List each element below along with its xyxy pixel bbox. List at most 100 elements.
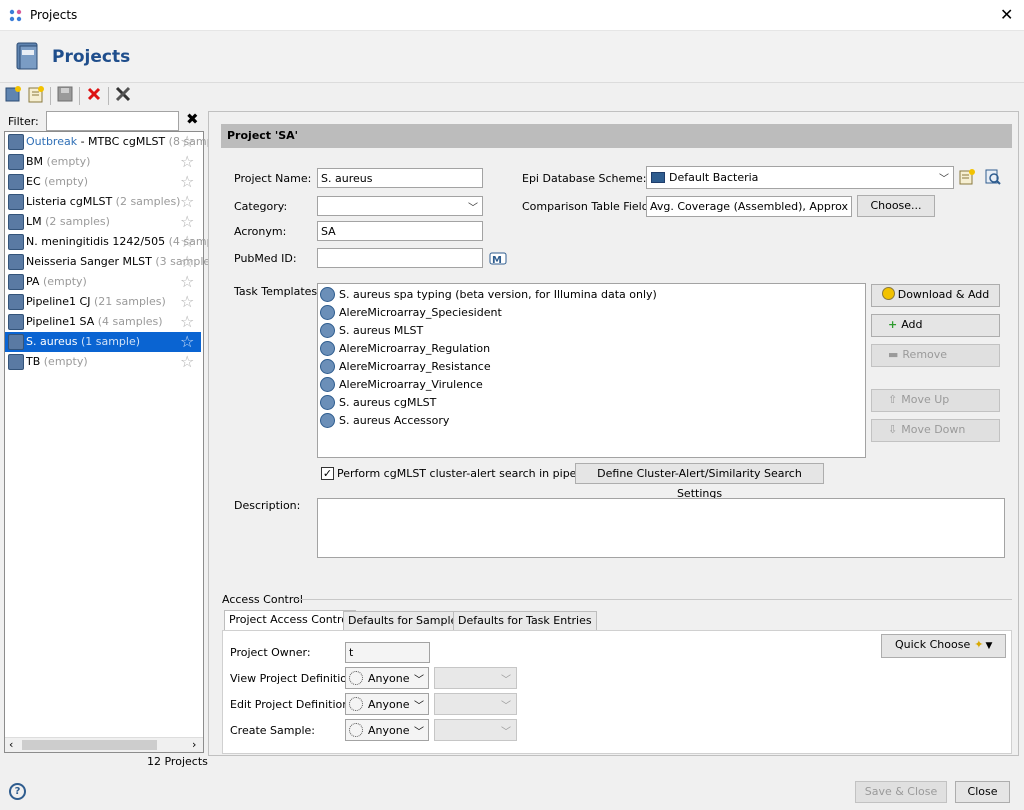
favorite-star-icon[interactable]: ☆ (180, 252, 194, 271)
list-item[interactable]: S. aureus MLST (320, 322, 860, 340)
project-icon (8, 134, 24, 150)
chevron-down-icon: ﹀ (939, 174, 949, 185)
list-item[interactable]: TB (empty) ☆ (5, 352, 201, 372)
delete-icon[interactable] (85, 85, 105, 105)
create-sample-select[interactable]: Anyone ﹀ (345, 719, 429, 741)
window-close-icon[interactable]: ✕ (1000, 5, 1013, 24)
project-header: Project 'SA' (221, 124, 1012, 148)
import-project-icon[interactable] (27, 85, 47, 105)
list-item[interactable]: AlereMicroarray_Virulence (320, 376, 860, 394)
favorite-star-icon[interactable]: ☆ (180, 192, 194, 211)
favorite-star-icon[interactable]: ☆ (180, 232, 194, 251)
favorite-star-icon[interactable]: ☆ (180, 152, 194, 171)
choose-button[interactable]: Choose... (857, 195, 935, 217)
plus-icon: + (888, 318, 898, 331)
category-select[interactable]: ﹀ (317, 196, 483, 216)
project-icon (8, 214, 24, 230)
category-label: Category: (234, 200, 288, 213)
list-item[interactable]: Neisseria Sanger MLST (3 samples) ☆ (5, 252, 220, 272)
scroll-thumb[interactable] (22, 740, 157, 750)
list-item[interactable]: Outbreak - MTBC cgMLST (8 samples) ☆ (5, 132, 233, 152)
list-item[interactable]: AlereMicroarray_Regulation (320, 340, 860, 358)
filter-label: Filter: (8, 115, 39, 128)
create-sample-group-select[interactable]: ﹀ (434, 719, 517, 741)
favorite-star-icon[interactable]: ☆ (180, 352, 194, 371)
list-item[interactable]: LM (2 samples) ☆ (5, 212, 201, 232)
search-scheme-icon[interactable] (984, 168, 1002, 186)
download-add-button[interactable]: Download & Add (871, 284, 1000, 307)
project-name: Outbreak (26, 135, 78, 148)
project-sample-count: (2 samples) (112, 195, 181, 208)
tab-defaults-task-entries[interactable]: Defaults for Task Entries (453, 611, 597, 631)
view-definition-select[interactable]: Anyone ﹀ (345, 667, 429, 689)
list-item[interactable]: S. aureus cgMLST (320, 394, 860, 412)
edit-scheme-icon[interactable] (958, 168, 976, 186)
tab-defaults-samples[interactable]: Defaults for Samples (343, 611, 469, 631)
favorite-star-icon[interactable]: ☆ (180, 132, 194, 151)
remove-button[interactable]: ▬ Remove (871, 344, 1000, 367)
cluster-alert-checkbox[interactable]: ✓ (321, 467, 334, 480)
favorite-star-icon[interactable]: ☆ (180, 212, 194, 231)
title-bar: Projects ✕ (0, 0, 1024, 31)
tab-project-access-control[interactable]: Project Access Control (224, 610, 357, 631)
database-icon (651, 172, 665, 183)
favorite-star-icon[interactable]: ☆ (180, 332, 194, 351)
list-item[interactable]: EC (empty) ☆ (5, 172, 201, 192)
description-textarea[interactable] (317, 498, 1005, 558)
list-item[interactable]: Pipeline1 CJ (21 samples) ☆ (5, 292, 201, 312)
add-button[interactable]: + Add (871, 314, 1000, 337)
list-item[interactable]: AlereMicroarray_Resistance (320, 358, 860, 376)
scroll-left-icon[interactable]: ‹ (9, 738, 13, 751)
owner-input[interactable] (345, 642, 430, 663)
edit-definition-group-select[interactable]: ﹀ (434, 693, 517, 715)
list-item[interactable]: Pipeline1 SA (4 samples) ☆ (5, 312, 201, 332)
favorite-star-icon[interactable]: ☆ (180, 172, 194, 191)
edit-definition-select[interactable]: Anyone ﹀ (345, 693, 429, 715)
list-item[interactable]: S. aureus Accessory (320, 412, 860, 430)
scroll-right-icon[interactable]: › (192, 738, 196, 751)
comparison-fields-input[interactable] (646, 196, 852, 217)
description-label: Description: (234, 499, 301, 512)
project-sample-count: (4 samples) (94, 315, 163, 328)
project-name-input[interactable] (317, 168, 483, 188)
list-item[interactable]: BM (empty) ☆ (5, 152, 201, 172)
page-header: Projects (0, 31, 1024, 83)
pubmed-input[interactable] (317, 248, 483, 268)
project-header-title: Project 'SA' (227, 129, 299, 142)
cluster-settings-button[interactable]: Define Cluster-Alert/Similarity Search S… (575, 463, 824, 500)
save-icon[interactable] (56, 85, 76, 105)
project-name: Listeria cgMLST (26, 195, 113, 208)
list-item[interactable]: S. aureus spa typing (beta version, for … (320, 286, 860, 304)
save-close-button[interactable]: Save & Close (855, 781, 947, 803)
move-up-button[interactable]: ⇧ Move Up (871, 389, 1000, 412)
favorite-star-icon[interactable]: ☆ (180, 272, 194, 291)
list-item-selected[interactable]: S. aureus (1 sample) ☆ (5, 332, 201, 352)
favorite-star-icon[interactable]: ☆ (180, 312, 194, 331)
gear-icon (320, 305, 335, 320)
project-icon (8, 154, 24, 170)
list-item[interactable]: N. meningitidis 1242/505 (4 samples) ☆ (5, 232, 233, 252)
acronym-label: Acronym: (234, 225, 287, 238)
clear-filter-icon[interactable]: ✖ (186, 110, 199, 128)
favorite-star-icon[interactable]: ☆ (180, 292, 194, 311)
filter-input[interactable] (46, 111, 179, 131)
view-definition-group-select[interactable]: ﹀ (434, 667, 517, 689)
minus-icon: ▬ (888, 348, 899, 361)
pubmed-lookup-icon[interactable]: M (489, 249, 507, 267)
list-horizontal-scrollbar[interactable]: ‹ › (5, 737, 203, 752)
new-project-icon[interactable] (4, 85, 24, 105)
toolbar-separator (108, 87, 109, 105)
epi-scheme-select[interactable]: Default Bacteria ﹀ (646, 166, 954, 189)
list-item[interactable]: AlereMicroarray_Speciesident (320, 304, 860, 322)
acronym-input[interactable] (317, 221, 483, 241)
tools-icon[interactable] (114, 85, 134, 105)
chevron-down-icon: ﹀ (468, 203, 478, 214)
move-down-button[interactable]: ⇩ Move Down (871, 419, 1000, 442)
quick-choose-button[interactable]: Quick Choose ✦ ▼ (881, 634, 1006, 658)
help-icon[interactable]: ? (9, 783, 26, 800)
list-item[interactable]: Listeria cgMLST (2 samples) ☆ (5, 192, 201, 212)
close-button[interactable]: Close (955, 781, 1010, 803)
project-icon (8, 174, 24, 190)
edit-definition-label: Edit Project Definition: (230, 698, 353, 711)
list-item[interactable]: PA (empty) ☆ (5, 272, 201, 292)
